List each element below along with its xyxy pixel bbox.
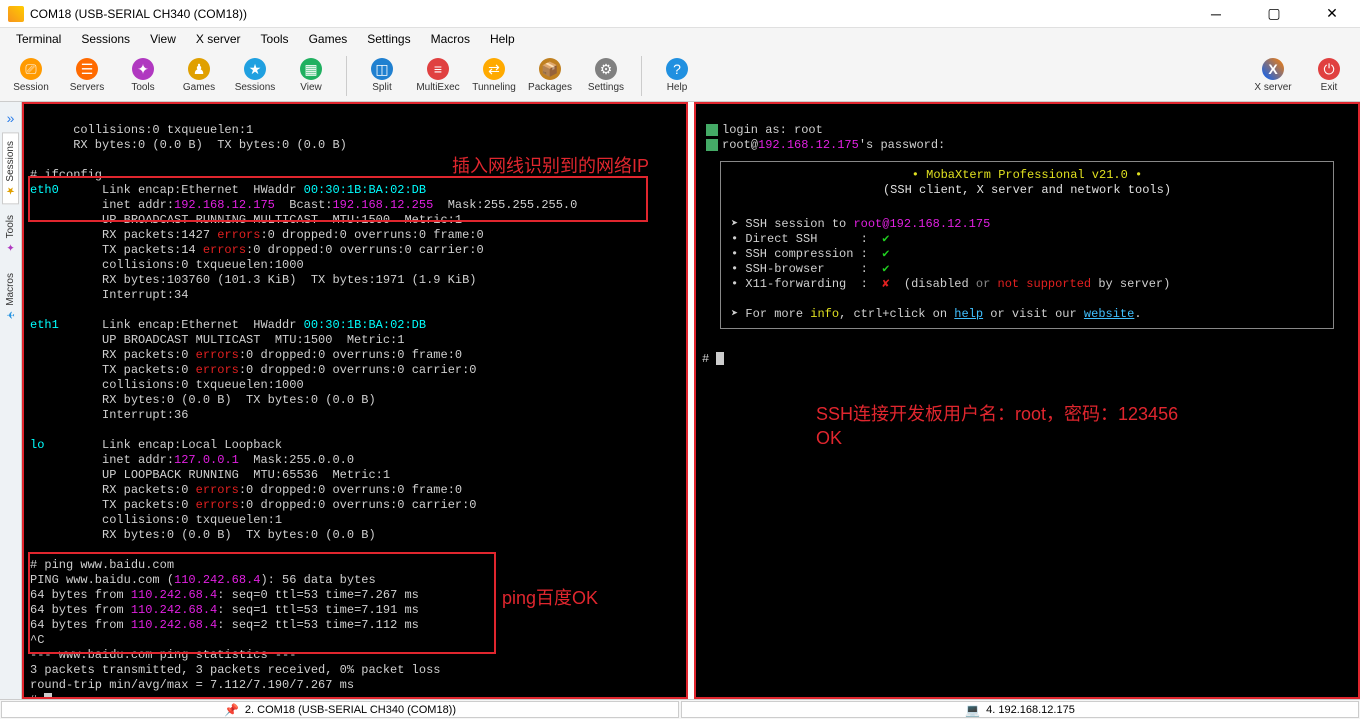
maximize-button[interactable]: ▢ bbox=[1254, 4, 1294, 24]
menu-view[interactable]: View bbox=[140, 30, 186, 48]
app-icon bbox=[8, 6, 24, 22]
close-button[interactable]: ✕ bbox=[1312, 4, 1352, 24]
tb-session[interactable]: ⎚Session bbox=[6, 52, 56, 100]
menu-xserver[interactable]: X server bbox=[186, 30, 251, 48]
tb-tools[interactable]: ✦Tools bbox=[118, 52, 168, 100]
menu-terminal[interactable]: Terminal bbox=[6, 30, 71, 48]
menu-sessions[interactable]: Sessions bbox=[71, 30, 140, 48]
settings-icon: ⚙ bbox=[595, 58, 617, 80]
ssh-icon bbox=[706, 139, 718, 151]
multiexec-icon: ≡ bbox=[427, 58, 449, 80]
help-icon: ? bbox=[666, 58, 688, 80]
annotation-ssh-ok: OK bbox=[816, 428, 842, 449]
menubar: Terminal Sessions View X server Tools Ga… bbox=[0, 28, 1360, 50]
sidebar-tab-macros[interactable]: ✈ Macros bbox=[2, 264, 19, 329]
status-tab-left[interactable]: 📌2. COM18 (USB-SERIAL CH340 (COM18)) bbox=[1, 701, 679, 718]
menu-macros[interactable]: Macros bbox=[421, 30, 480, 48]
terminal-right-output: login as: root root@192.168.12.175's pas… bbox=[696, 104, 1358, 157]
menu-games[interactable]: Games bbox=[299, 30, 358, 48]
tb-xserver[interactable]: XX server bbox=[1248, 52, 1298, 100]
menu-tools[interactable]: Tools bbox=[251, 30, 299, 48]
tb-settings[interactable]: ⚙Settings bbox=[581, 52, 631, 100]
toolbar-separator bbox=[641, 56, 642, 96]
status-tab-right[interactable]: 💻4. 192.168.12.175 bbox=[681, 701, 1359, 718]
view-icon: ▦ bbox=[300, 58, 322, 80]
terminal-icon: 💻 bbox=[965, 703, 980, 717]
tb-servers[interactable]: ☰Servers bbox=[62, 52, 112, 100]
pin-icon: 📌 bbox=[224, 703, 239, 717]
session-icon: ⎚ bbox=[20, 58, 42, 80]
minimize-button[interactable]: ─ bbox=[1196, 4, 1236, 24]
tb-sessions[interactable]: ★Sessions bbox=[230, 52, 280, 100]
terminal-right[interactable]: login as: root root@192.168.12.175's pas… bbox=[694, 102, 1360, 699]
statusbar: 📌2. COM18 (USB-SERIAL CH340 (COM18)) 💻4.… bbox=[0, 699, 1360, 719]
tb-view[interactable]: ▦View bbox=[286, 52, 336, 100]
ssh-icon bbox=[706, 124, 718, 136]
tb-tunneling[interactable]: ⇄Tunneling bbox=[469, 52, 519, 100]
games-icon: ♟ bbox=[188, 58, 210, 80]
tb-help[interactable]: ?Help bbox=[652, 52, 702, 100]
terminal-left[interactable]: collisions:0 txqueuelen:1 RX bytes:0 (0.… bbox=[22, 102, 688, 699]
ssh-banner: • MobaXterm Professional v21.0 • (SSH cl… bbox=[720, 161, 1334, 329]
tb-games[interactable]: ♟Games bbox=[174, 52, 224, 100]
tb-multiexec[interactable]: ≡MultiExec bbox=[413, 52, 463, 100]
sidebar-tab-tools[interactable]: ✦ Tools bbox=[2, 206, 19, 261]
tb-exit[interactable]: ⏻Exit bbox=[1304, 52, 1354, 100]
sidebar-expand-icon[interactable]: » bbox=[7, 106, 15, 130]
titlebar: COM18 (USB-SERIAL CH340 (COM18)) ─ ▢ ✕ bbox=[0, 0, 1360, 28]
tb-packages[interactable]: 📦Packages bbox=[525, 52, 575, 100]
toolbar-separator bbox=[346, 56, 347, 96]
tb-split[interactable]: ◫Split bbox=[357, 52, 407, 100]
terminal-left-output: collisions:0 txqueuelen:1 RX bytes:0 (0.… bbox=[24, 104, 686, 699]
sidebar: » ★ Sessions ✦ Tools ✈ Macros bbox=[0, 102, 22, 699]
sessions-icon: ★ bbox=[244, 58, 266, 80]
tools-icon: ✦ bbox=[132, 58, 154, 80]
menu-help[interactable]: Help bbox=[480, 30, 525, 48]
xserver-icon: X bbox=[1262, 58, 1284, 80]
sidebar-tab-sessions[interactable]: ★ Sessions bbox=[2, 132, 19, 204]
menu-settings[interactable]: Settings bbox=[357, 30, 420, 48]
cursor bbox=[716, 352, 724, 365]
cursor bbox=[44, 693, 52, 699]
toolbar: ⎚Session ☰Servers ✦Tools ♟Games ★Session… bbox=[0, 50, 1360, 102]
packages-icon: 📦 bbox=[539, 58, 561, 80]
tunneling-icon: ⇄ bbox=[483, 58, 505, 80]
window-title: COM18 (USB-SERIAL CH340 (COM18)) bbox=[30, 7, 1196, 21]
servers-icon: ☰ bbox=[76, 58, 98, 80]
split-icon: ◫ bbox=[371, 58, 393, 80]
exit-icon: ⏻ bbox=[1318, 58, 1340, 80]
annotation-ssh-credentials: SSH连接开发板用户名：root，密码：123456 bbox=[816, 400, 1178, 426]
